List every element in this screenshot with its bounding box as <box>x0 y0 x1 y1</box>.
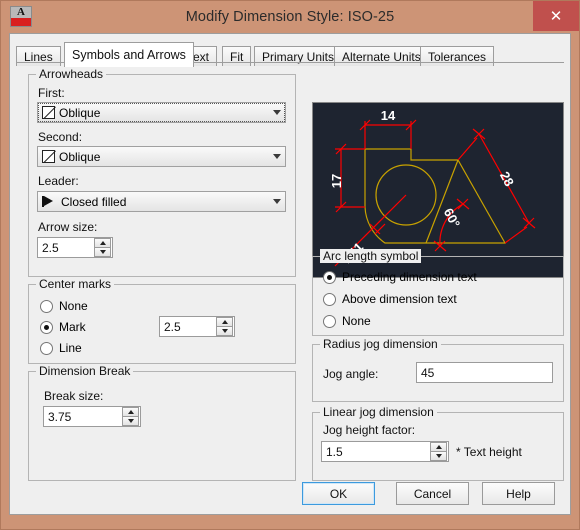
oblique-arrowhead-icon <box>42 150 55 163</box>
jog-height-stepper[interactable]: 1.5 <box>321 441 449 462</box>
first-label: First: <box>38 86 65 100</box>
text-height-suffix: * Text height <box>456 445 522 459</box>
tab-symbols-and-arrows[interactable]: Symbols and Arrows <box>64 42 194 67</box>
linear-jog-legend: Linear jog dimension <box>320 405 437 419</box>
center-mark-option-mark[interactable]: Mark <box>40 320 86 334</box>
preview-dim-60deg: 60° <box>441 206 463 230</box>
jog-height-value: 1.5 <box>326 444 343 459</box>
center-mark-size-spinner[interactable] <box>216 317 233 336</box>
center-mark-option-none[interactable]: None <box>40 299 88 313</box>
center-mark-option-line[interactable]: Line <box>40 341 82 355</box>
arrow-size-value: 2.5 <box>42 240 59 255</box>
title-bar: A Modify Dimension Style: ISO-25 ✕ <box>1 1 579 33</box>
radio-icon <box>323 292 336 306</box>
leader-label: Leader: <box>38 174 79 188</box>
first-arrowhead-value-wrap: Oblique <box>38 106 268 120</box>
tab-tolerances[interactable]: Tolerances <box>420 46 495 66</box>
jog-angle-value: 45 <box>421 365 435 380</box>
spinner-up-icon[interactable] <box>216 317 233 327</box>
app-icon-red-bar <box>11 18 31 26</box>
cancel-button[interactable]: Cancel <box>396 482 469 505</box>
tab-lines[interactable]: Lines <box>16 46 61 66</box>
dialog-window: A Modify Dimension Style: ISO-25 ✕ Lines… <box>0 0 580 530</box>
arc-length-above-label: Above dimension text <box>342 292 457 306</box>
radio-icon <box>323 270 336 284</box>
dialog-client-area: Lines Symbols and Arrows Text Fit Primar… <box>9 33 571 515</box>
radio-icon <box>323 314 336 328</box>
center-mark-size-stepper[interactable]: 2.5 <box>159 316 235 337</box>
jog-angle-label: Jog angle: <box>323 367 379 381</box>
ok-button[interactable]: OK <box>302 482 375 505</box>
spinner-up-icon[interactable] <box>122 407 139 417</box>
second-arrowhead-combo[interactable]: Oblique <box>37 146 286 167</box>
dialog-title: Modify Dimension Style: ISO-25 <box>185 9 395 25</box>
radio-icon <box>40 320 53 334</box>
closed-filled-arrowhead-icon <box>42 196 57 207</box>
close-icon[interactable]: ✕ <box>533 1 579 31</box>
radio-icon <box>40 341 53 355</box>
help-button[interactable]: Help <box>482 482 555 505</box>
arrow-size-stepper[interactable]: 2.5 <box>37 237 113 258</box>
arc-length-symbol-legend: Arc length symbol <box>320 249 422 263</box>
arrowheads-legend: Arrowheads <box>36 67 107 81</box>
first-arrowhead-value: Oblique <box>59 105 101 120</box>
dimension-break-legend: Dimension Break <box>36 364 134 378</box>
leader-arrowhead-combo[interactable]: Closed filled <box>37 191 286 212</box>
center-mark-none-label: None <box>59 299 88 313</box>
center-marks-legend: Center marks <box>36 277 115 291</box>
autocad-a-icon: A <box>10 6 32 27</box>
break-size-value: 3.75 <box>48 409 72 424</box>
arc-length-option-preceding[interactable]: Preceding dimension text <box>323 270 477 284</box>
break-size-stepper[interactable]: 3.75 <box>43 406 141 427</box>
preview-dim-17: 17 <box>329 174 344 188</box>
second-arrowhead-value-wrap: Oblique <box>38 150 268 164</box>
first-arrowhead-combo[interactable]: Oblique <box>37 102 286 123</box>
arc-length-option-above[interactable]: Above dimension text <box>323 292 457 306</box>
oblique-arrowhead-icon <box>42 106 55 119</box>
chevron-down-icon[interactable] <box>268 154 285 159</box>
spinner-down-icon[interactable] <box>122 417 139 426</box>
center-mark-size-value: 2.5 <box>164 319 181 334</box>
tab-alternate-units[interactable]: Alternate Units <box>334 46 429 66</box>
center-mark-line-label: Line <box>59 341 82 355</box>
radius-jog-legend: Radius jog dimension <box>320 337 441 351</box>
break-size-spinner[interactable] <box>122 407 139 426</box>
radio-icon <box>40 299 53 313</box>
leader-arrowhead-value: Closed filled <box>61 194 127 209</box>
arc-length-option-none[interactable]: None <box>323 314 371 328</box>
preview-dim-14: 14 <box>381 108 396 123</box>
jog-angle-input[interactable]: 45 <box>416 362 553 383</box>
second-label: Second: <box>38 130 83 144</box>
app-icon-letter: A <box>17 6 25 18</box>
spinner-down-icon[interactable] <box>216 327 233 336</box>
tab-primary-units[interactable]: Primary Units <box>254 46 343 66</box>
tab-fit[interactable]: Fit <box>222 46 252 66</box>
spinner-up-icon[interactable] <box>430 442 447 452</box>
jog-height-spinner[interactable] <box>430 442 447 461</box>
arc-length-preceding-label: Preceding dimension text <box>342 270 477 284</box>
spinner-up-icon[interactable] <box>94 238 111 248</box>
arc-length-none-label: None <box>342 314 371 328</box>
arrow-size-label: Arrow size: <box>38 220 98 234</box>
arrow-size-spinner[interactable] <box>94 238 111 257</box>
jog-height-label: Jog height factor: <box>323 423 416 437</box>
spinner-down-icon[interactable] <box>430 452 447 461</box>
break-size-label: Break size: <box>44 389 104 403</box>
center-mark-mark-label: Mark <box>59 320 86 334</box>
leader-arrowhead-value-wrap: Closed filled <box>38 195 268 209</box>
spinner-down-icon[interactable] <box>94 248 111 257</box>
chevron-down-icon[interactable] <box>268 199 285 204</box>
chevron-down-icon[interactable] <box>268 110 285 115</box>
second-arrowhead-value: Oblique <box>59 149 101 164</box>
